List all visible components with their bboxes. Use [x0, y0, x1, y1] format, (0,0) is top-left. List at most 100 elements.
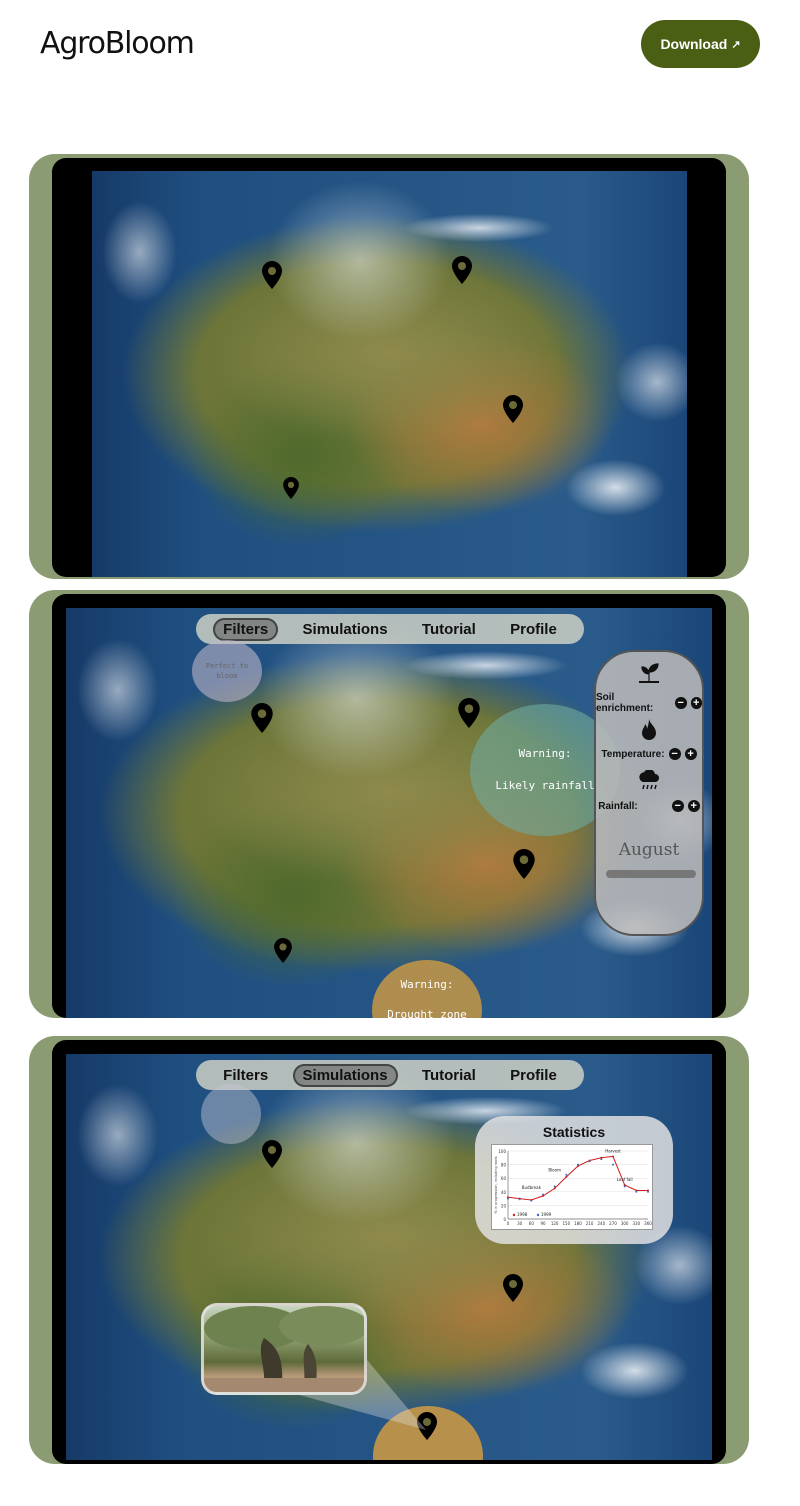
data-point: [565, 1173, 568, 1176]
data-point: [647, 1190, 649, 1193]
x-tick-label: 90: [540, 1221, 546, 1226]
y-tick-label: 100: [498, 1149, 506, 1154]
device-frame-3: Filters Simulations Tutorial Profile Sta…: [29, 1036, 749, 1464]
data-point: [553, 1187, 556, 1190]
tablet-bezel: [52, 158, 726, 577]
tab-tutorial[interactable]: Tutorial: [412, 618, 486, 641]
statistics-panel: Statistics 0 20 40 60 80 100 0 30 60 90 120 150 180 2…: [475, 1116, 673, 1244]
rainfall-row: Rainfall: − +: [596, 800, 702, 812]
warning-text: Likely rainfall: [495, 779, 595, 792]
device-frame-2: Filters Simulations Tutorial Profile Per…: [29, 590, 749, 1018]
x-tick-label: 60: [529, 1221, 535, 1226]
map-pin-icon[interactable]: [262, 261, 282, 289]
olive-tree-image: [204, 1306, 364, 1392]
warning-title: Warning:: [518, 747, 572, 760]
bubble-line-2: bloom: [216, 672, 238, 680]
data-point: [530, 1199, 533, 1202]
data-point: [565, 1175, 568, 1178]
map-pin-icon[interactable]: [274, 938, 292, 963]
y-tick-label: 40: [501, 1190, 507, 1195]
y-tick-label: 20: [501, 1203, 507, 1208]
legend-marker: [512, 1213, 516, 1217]
legend-label: 1999: [541, 1212, 552, 1217]
map-pin-icon[interactable]: [458, 698, 480, 728]
map-pin-icon[interactable]: [283, 477, 299, 499]
main-nav: Filters Simulations Tutorial Profile: [196, 1060, 584, 1090]
tablet-bezel: Filters Simulations Tutorial Profile Per…: [52, 594, 726, 1018]
soil-label: Soil enrichment:: [596, 692, 654, 714]
growth-chart[interactable]: 0 20 40 60 80 100 0 30 60 90 120 150 180 210 240 270 300…: [491, 1144, 653, 1230]
temperature-decrease-button[interactable]: −: [668, 748, 681, 760]
tab-simulations[interactable]: Simulations: [292, 1063, 398, 1087]
x-tick-label: 330: [633, 1221, 641, 1226]
legend-label: 1998: [517, 1212, 528, 1217]
faded-zone-bubble: [201, 1084, 261, 1144]
data-point: [600, 1158, 603, 1161]
data-point: [612, 1163, 614, 1166]
chart-annotation: Bloom: [548, 1167, 561, 1172]
external-arrow-icon: ↗: [731, 38, 741, 51]
x-tick-label: 30: [517, 1221, 523, 1226]
chart-annotation: Budbreak: [522, 1185, 542, 1190]
y-axis-label: % in progression, including roots: [494, 1156, 498, 1213]
month-label: August: [618, 840, 680, 860]
statistics-title: Statistics: [542, 1124, 606, 1140]
rainfall-label: Rainfall:: [598, 800, 638, 812]
data-point: [553, 1185, 556, 1188]
data-point: [623, 1185, 626, 1188]
map-screen[interactable]: Filters Simulations Tutorial Profile Per…: [66, 608, 712, 1018]
rainfall-increase-button[interactable]: +: [687, 800, 700, 812]
map-pin-icon[interactable]: [513, 849, 535, 879]
map-screen[interactable]: Filters Simulations Tutorial Profile Sta…: [66, 1054, 712, 1460]
tab-filters[interactable]: Filters: [213, 617, 279, 641]
soil-increase-button[interactable]: +: [690, 697, 702, 709]
download-button[interactable]: Download ↗: [641, 20, 760, 68]
data-point: [577, 1163, 579, 1166]
map-pin-icon[interactable]: [452, 256, 472, 284]
data-point: [507, 1197, 509, 1200]
tab-profile[interactable]: Profile: [500, 1064, 567, 1087]
flame-icon: [596, 718, 702, 748]
x-tick-label: 360: [644, 1221, 652, 1226]
tab-tutorial[interactable]: Tutorial: [412, 1064, 486, 1087]
temperature-label: Temperature:: [601, 748, 665, 760]
x-tick-label: 120: [551, 1221, 559, 1226]
y-tick-label: 80: [501, 1163, 507, 1168]
tab-simulations[interactable]: Simulations: [293, 618, 398, 641]
x-tick-label: 210: [586, 1221, 594, 1226]
map-pin-icon[interactable]: [251, 703, 273, 733]
x-tick-label: 180: [574, 1221, 582, 1226]
legend-marker: [536, 1213, 540, 1217]
rainfall-decrease-button[interactable]: −: [671, 800, 684, 812]
header: AgroBloom Download ↗: [0, 0, 800, 100]
tab-profile[interactable]: Profile: [500, 618, 567, 641]
device-frame-1: [29, 154, 749, 579]
map-pin-icon[interactable]: [261, 1140, 283, 1168]
x-tick-label: 0: [507, 1221, 510, 1226]
main-nav: Filters Simulations Tutorial Profile: [196, 614, 584, 644]
data-point: [518, 1198, 521, 1201]
cloud-layer: [92, 171, 687, 577]
chart-annotation: Harvest: [605, 1148, 621, 1153]
chart-annotation: Leaf fall: [617, 1177, 633, 1182]
olive-tree-photo[interactable]: [201, 1303, 367, 1395]
soil-enrichment-row: Soil enrichment: − +: [596, 692, 702, 714]
warning-text: Drought zone: [387, 1008, 467, 1018]
data-point: [542, 1193, 544, 1196]
soil-decrease-button[interactable]: −: [675, 697, 687, 709]
map-screen[interactable]: [92, 171, 687, 577]
logo[interactable]: AgroBloom: [40, 26, 195, 61]
plant-icon: [596, 662, 702, 690]
tab-filters[interactable]: Filters: [213, 1064, 278, 1087]
x-tick-label: 150: [563, 1221, 571, 1226]
download-label: Download: [660, 36, 728, 52]
bloom-zone-bubble[interactable]: Perfect to bloom: [192, 640, 262, 702]
month-slider[interactable]: [606, 870, 696, 878]
map-pin-icon[interactable]: [502, 1274, 524, 1302]
tablet-bezel: Filters Simulations Tutorial Profile Sta…: [52, 1040, 726, 1464]
map-pin-icon[interactable]: [416, 1412, 438, 1440]
data-point: [588, 1160, 591, 1163]
temperature-increase-button[interactable]: +: [684, 748, 697, 760]
temperature-row: Temperature: − +: [596, 748, 702, 760]
map-pin-icon[interactable]: [503, 395, 523, 423]
